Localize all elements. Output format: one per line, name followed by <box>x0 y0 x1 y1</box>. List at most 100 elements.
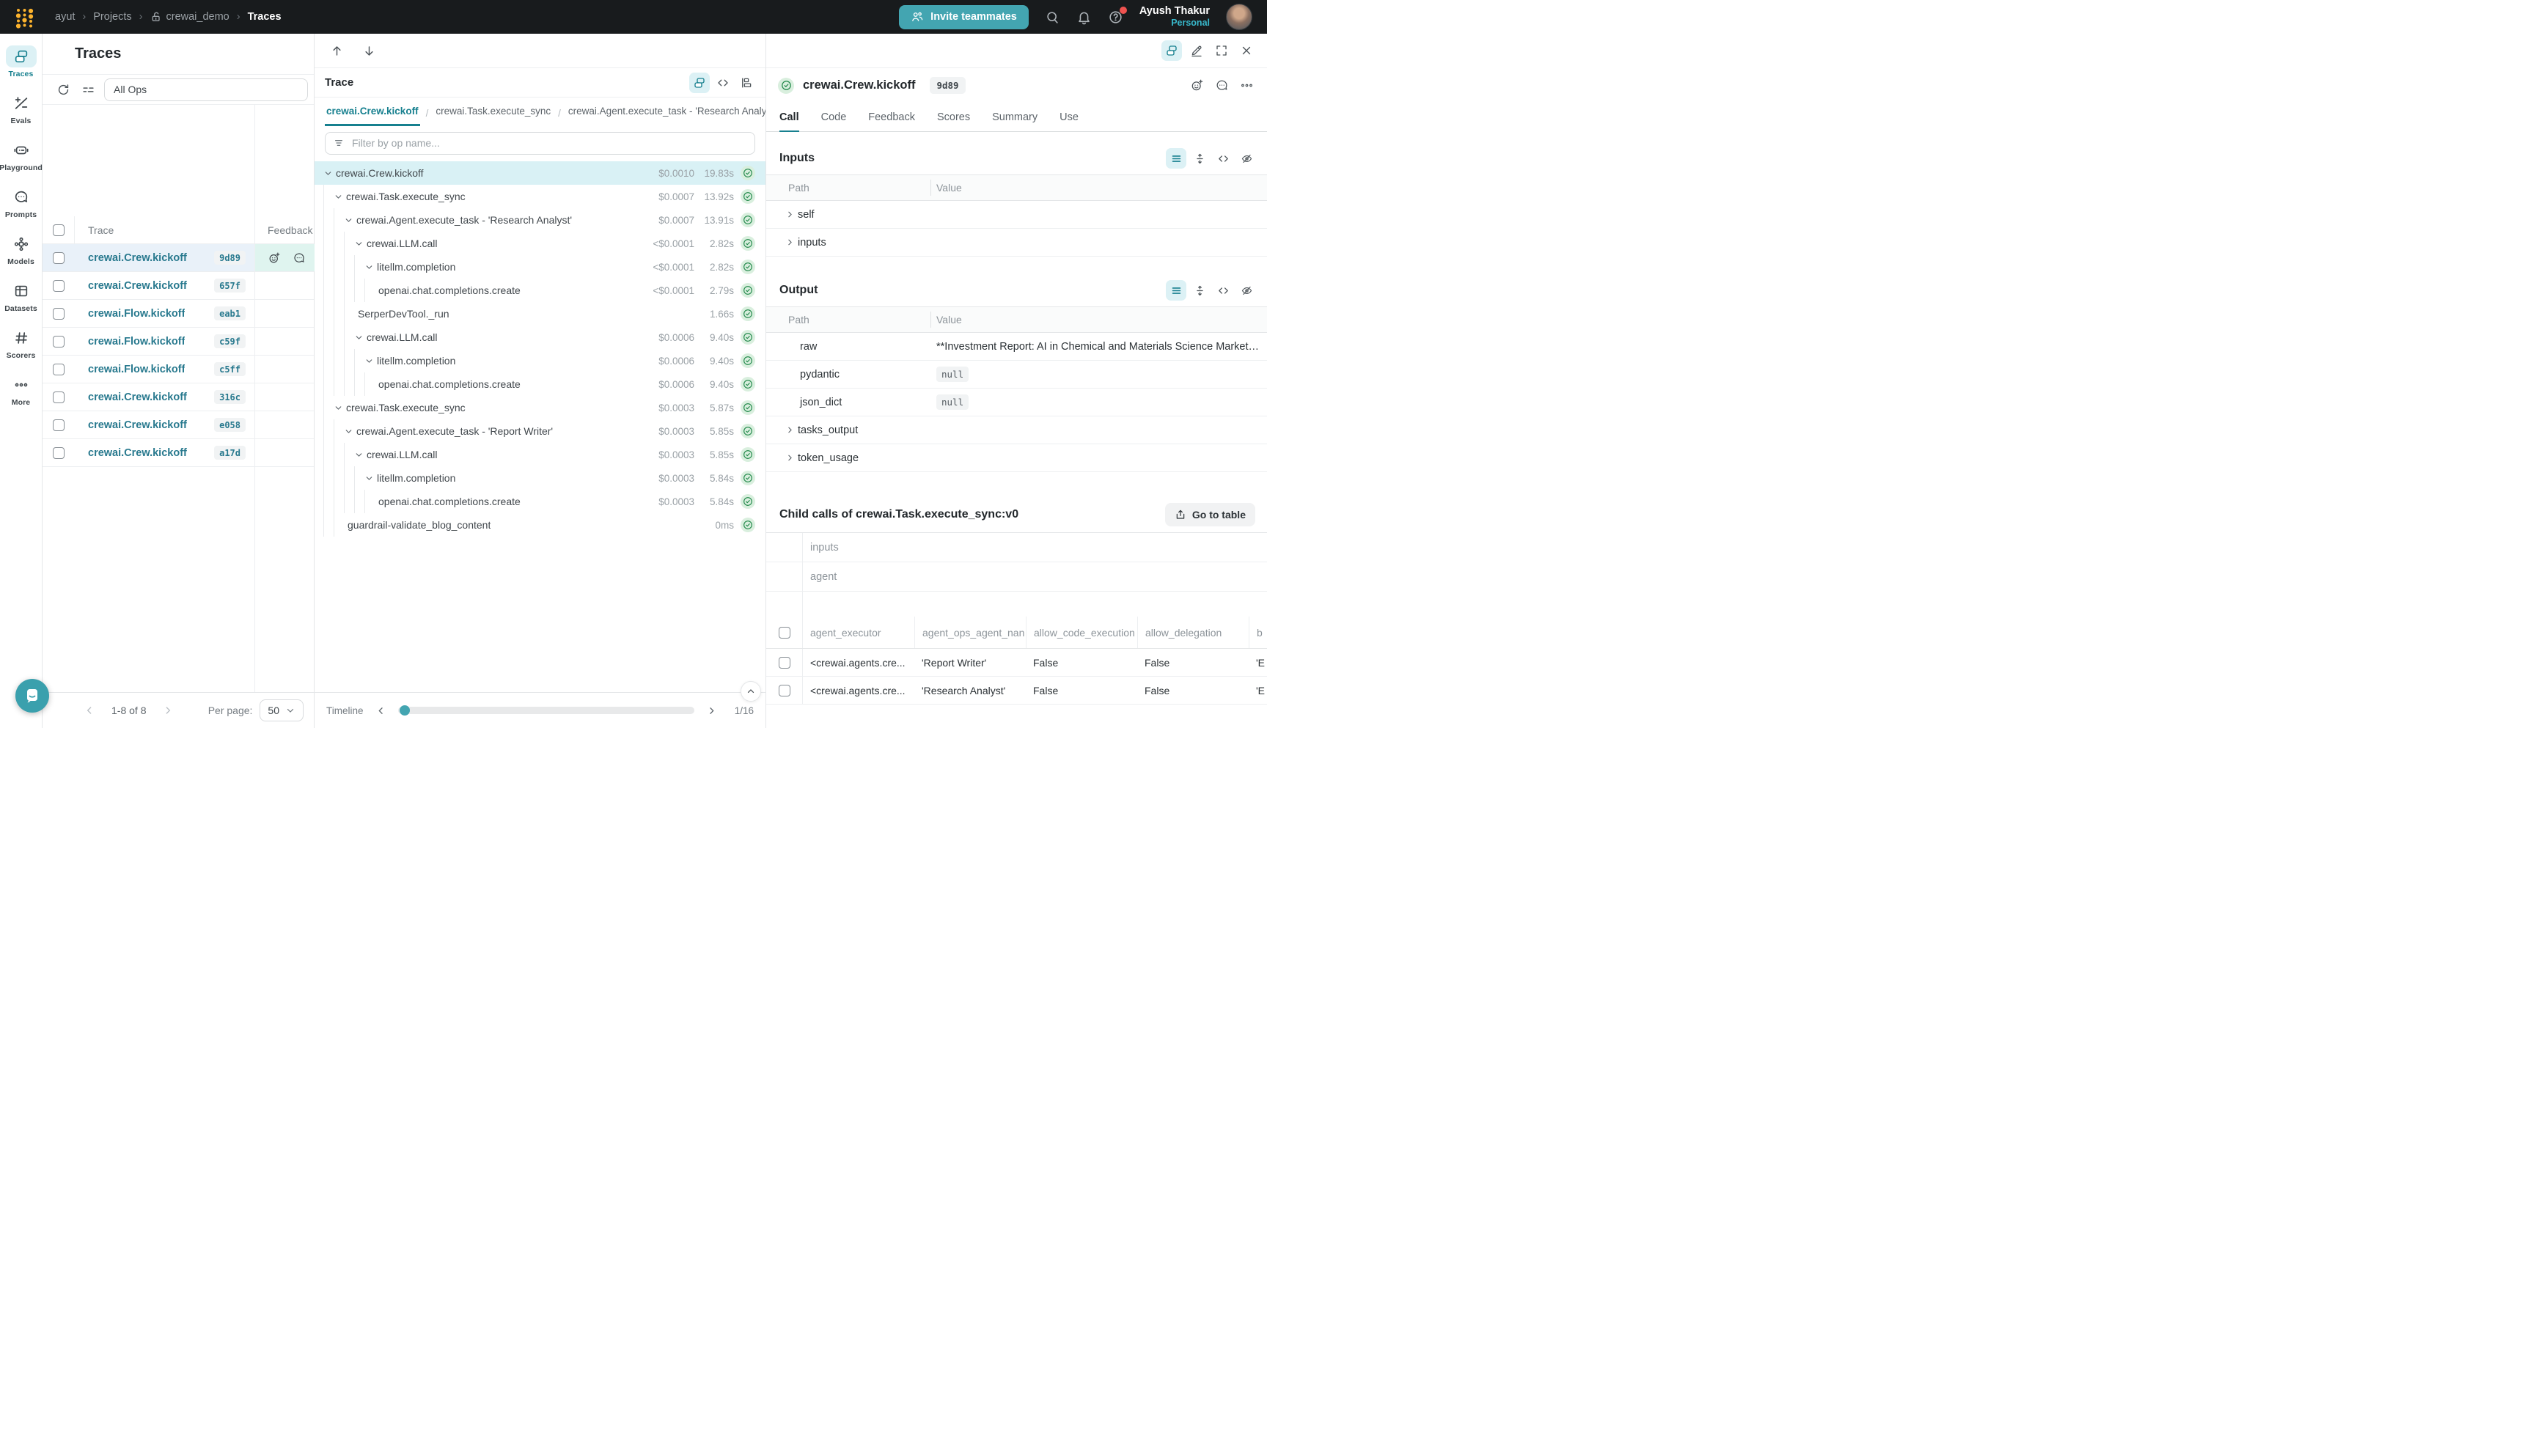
add-reaction-icon[interactable] <box>1186 76 1207 96</box>
sidebar-item-evals[interactable]: Evals <box>1 89 41 130</box>
sidebar-item-models[interactable]: Models <box>1 230 41 271</box>
fullscreen-icon[interactable] <box>1211 40 1232 61</box>
trace-tree-row[interactable]: crewai.LLM.call<$0.00012.82s <box>315 232 765 255</box>
code-view-icon[interactable] <box>1213 148 1233 169</box>
sidebar-item-scorers[interactable]: Scorers <box>1 324 41 364</box>
chat-widget-button[interactable] <box>15 679 49 713</box>
chevron-down-icon[interactable] <box>344 427 356 436</box>
kv-row[interactable]: tasks_output <box>766 416 1267 444</box>
kv-row[interactable]: token_usage <box>766 444 1267 472</box>
tab-call[interactable]: Call <box>779 111 799 132</box>
code-view-icon[interactable] <box>1213 280 1233 301</box>
row-checkbox[interactable] <box>53 419 65 431</box>
row-checkbox[interactable] <box>53 280 65 292</box>
avatar[interactable] <box>1226 4 1252 30</box>
trace-tree-row[interactable]: crewai.Agent.execute_task - 'Report Writ… <box>315 419 765 443</box>
sidebar-item-traces[interactable]: Traces <box>1 43 41 83</box>
chevron-down-icon[interactable] <box>354 239 367 249</box>
column-header[interactable]: b <box>1249 617 1267 648</box>
table-row[interactable]: crewai.Crew.kickoff9d89 <box>43 244 314 272</box>
collapse-timeline-button[interactable] <box>741 681 761 702</box>
trace-tree-row[interactable]: openai.chat.completions.create$0.00069.4… <box>315 372 765 396</box>
trace-tree-row[interactable]: crewai.Task.execute_sync$0.00035.87s <box>315 396 765 419</box>
kv-row[interactable]: inputs <box>766 229 1267 257</box>
help-icon[interactable] <box>1108 10 1123 25</box>
hide-values-icon[interactable] <box>1236 148 1257 169</box>
tab-summary[interactable]: Summary <box>992 111 1038 132</box>
row-checkbox[interactable] <box>53 447 65 459</box>
close-icon[interactable] <box>1236 40 1257 61</box>
search-icon[interactable] <box>1045 10 1060 25</box>
trace-link[interactable]: crewai.Crew.kickoff <box>75 280 187 292</box>
trace-tree-row[interactable]: litellm.completion$0.00035.84s <box>315 466 765 490</box>
table-row[interactable]: crewai.Crew.kickoffa17d <box>43 439 314 467</box>
trace-column-header[interactable]: Trace <box>75 224 114 236</box>
column-header[interactable]: allow_delegation <box>1137 617 1249 648</box>
trace-tree-row[interactable]: SerperDevTool._run1.66s <box>315 302 765 326</box>
prev-page-icon[interactable] <box>84 705 95 716</box>
comment-icon[interactable] <box>293 251 306 265</box>
table-row[interactable]: crewai.Flow.kickoffc5ff <box>43 356 314 383</box>
table-row[interactable]: <crewai.agents.cre...'Research Analyst'F… <box>766 677 1267 705</box>
trace-link[interactable]: crewai.Crew.kickoff <box>75 252 187 264</box>
ops-filter-select[interactable]: All Ops <box>104 78 308 101</box>
trace-crumb-tab[interactable]: crewai.Task.execute_sync <box>434 106 552 126</box>
trace-tree-row[interactable]: crewai.Task.execute_sync$0.000713.92s <box>315 185 765 208</box>
trace-link[interactable]: crewai.Flow.kickoff <box>75 364 185 375</box>
more-options-icon[interactable] <box>1236 76 1257 96</box>
tab-feedback[interactable]: Feedback <box>868 111 915 132</box>
chevron-down-icon[interactable] <box>344 216 356 225</box>
wandb-logo-icon[interactable] <box>15 6 34 29</box>
sidebar-item-prompts[interactable]: Prompts <box>1 183 41 224</box>
edit-pencil-icon[interactable] <box>1186 40 1207 61</box>
breadcrumb-projects[interactable]: Projects <box>93 11 131 23</box>
chevron-down-icon[interactable] <box>334 403 346 413</box>
trace-crumb-tab[interactable]: crewai.Agent.execute_task - 'Research An… <box>567 106 765 126</box>
chevron-right-icon[interactable] <box>785 238 795 247</box>
chevron-down-icon[interactable] <box>323 169 336 178</box>
trace-tree-row[interactable]: crewai.LLM.call$0.00035.85s <box>315 443 765 466</box>
trace-link[interactable]: crewai.Crew.kickoff <box>75 447 187 459</box>
trace-crumb-tab[interactable]: crewai.Crew.kickoff <box>325 106 420 126</box>
tab-use[interactable]: Use <box>1059 111 1079 132</box>
select-all-checkbox[interactable] <box>53 224 65 236</box>
table-row[interactable]: crewai.Flow.kickoffc59f <box>43 328 314 356</box>
op-name-filter-input[interactable] <box>352 137 746 149</box>
trace-tree-row[interactable]: openai.chat.completions.create<$0.00012.… <box>315 279 765 302</box>
invite-teammates-button[interactable]: Invite teammates <box>899 5 1029 29</box>
row-checkbox[interactable] <box>53 308 65 320</box>
trace-link[interactable]: crewai.Crew.kickoff <box>75 391 187 403</box>
row-checkbox[interactable] <box>779 685 790 696</box>
flame-graph-toggle[interactable] <box>736 73 757 93</box>
chevron-down-icon[interactable] <box>364 262 377 272</box>
kv-row[interactable]: json_dictnull <box>766 389 1267 416</box>
kv-row[interactable]: raw**Investment Report: AI in Chemical a… <box>766 333 1267 361</box>
chevron-right-icon[interactable] <box>785 453 795 463</box>
next-page-icon[interactable] <box>162 705 174 716</box>
show-tree-toggle[interactable] <box>1161 40 1182 61</box>
breadcrumb-user[interactable]: ayut <box>55 11 75 23</box>
breadcrumb-project[interactable]: crewai_demo <box>150 11 229 23</box>
trace-tree-row[interactable]: crewai.LLM.call$0.00069.40s <box>315 326 765 349</box>
pretty-view-icon[interactable] <box>1166 280 1186 301</box>
add-reaction-icon[interactable] <box>268 251 281 265</box>
feedback-column-header[interactable]: Feedback <box>268 224 312 236</box>
trace-link[interactable]: crewai.Crew.kickoff <box>75 419 187 431</box>
user-menu[interactable]: Ayush Thakur Personal <box>1139 4 1210 29</box>
sidebar-item-playground[interactable]: Playground <box>1 136 41 177</box>
table-row[interactable]: crewai.Flow.kickoffeab1 <box>43 300 314 328</box>
sidebar-item-datasets[interactable]: Datasets <box>1 277 41 317</box>
timeline-next-icon[interactable] <box>706 705 717 716</box>
table-row[interactable]: crewai.Crew.kickoffe058 <box>43 411 314 439</box>
tab-scores[interactable]: Scores <box>937 111 970 132</box>
row-checkbox[interactable] <box>53 336 65 348</box>
row-checkbox[interactable] <box>53 252 65 264</box>
tree-view-toggle[interactable] <box>689 73 710 93</box>
trace-tree-row[interactable]: guardrail-validate_blog_content0ms <box>315 513 765 537</box>
tab-code[interactable]: Code <box>821 111 847 132</box>
trace-tree-row[interactable]: litellm.completion$0.00069.40s <box>315 349 765 372</box>
trace-link[interactable]: crewai.Flow.kickoff <box>75 336 185 348</box>
refresh-icon[interactable] <box>54 81 72 98</box>
row-checkbox[interactable] <box>53 364 65 375</box>
chevron-down-icon[interactable] <box>354 333 367 342</box>
